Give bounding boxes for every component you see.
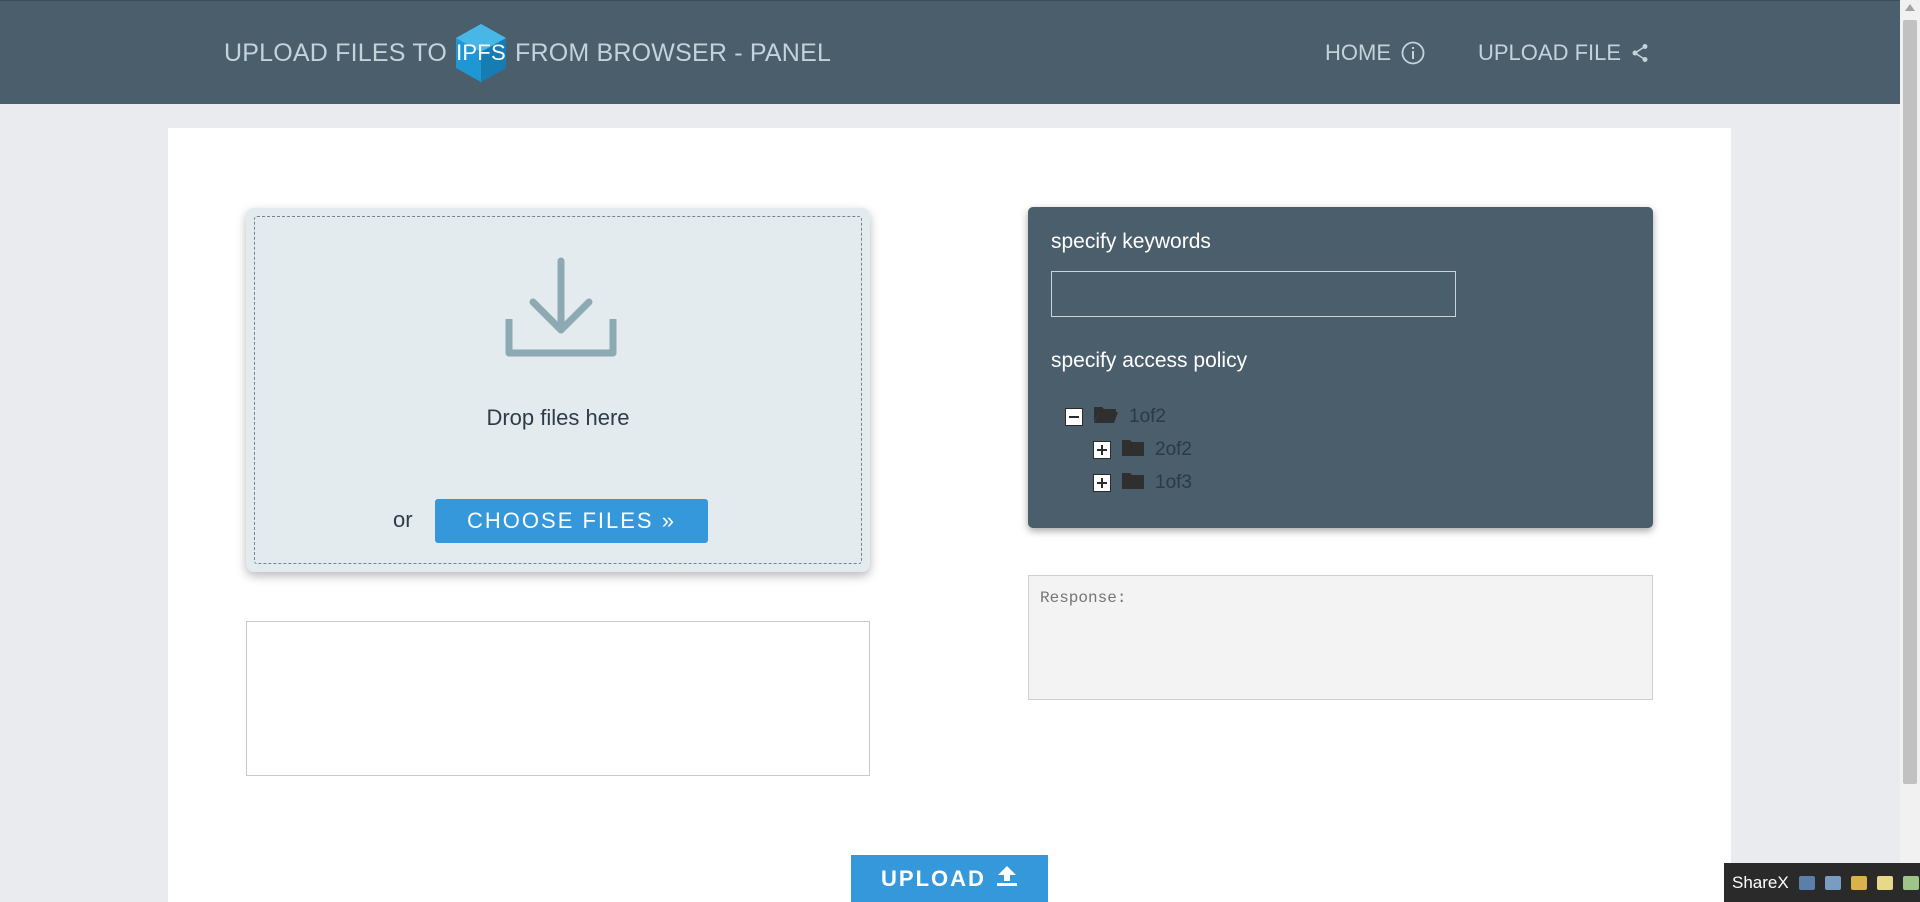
tree-node-1of3[interactable]: 1of3 bbox=[1093, 470, 1192, 496]
upload-button-label: UPLOAD bbox=[881, 865, 986, 891]
brand-title[interactable]: UPLOAD FILES TO IPFS FROM BROWSER - PANE… bbox=[224, 1, 831, 105]
keywords-label: specify keywords bbox=[1051, 230, 1211, 253]
tray-notes-icon[interactable] bbox=[1876, 875, 1893, 890]
nav-home-label: HOME bbox=[1325, 40, 1391, 65]
tree-node-label: 2of2 bbox=[1155, 439, 1192, 460]
top-navbar: UPLOAD FILES TO IPFS FROM BROWSER - PANE… bbox=[0, 0, 1900, 104]
tree-node-label: 1of3 bbox=[1155, 472, 1192, 493]
expand-toggle-icon[interactable] bbox=[1093, 441, 1111, 459]
info-icon bbox=[1401, 41, 1425, 65]
title-prefix: UPLOAD FILES TO bbox=[224, 38, 447, 67]
nav-home[interactable]: HOME bbox=[1325, 1, 1425, 105]
or-text: or bbox=[393, 507, 413, 532]
tree-node-label: 1of2 bbox=[1129, 406, 1166, 427]
expand-toggle-icon[interactable] bbox=[1093, 474, 1111, 492]
tray-capture-icon[interactable] bbox=[1824, 875, 1841, 890]
sharex-label: ShareX bbox=[1732, 872, 1789, 892]
tray-monitor-icon[interactable] bbox=[1850, 875, 1867, 890]
choose-files-button[interactable]: CHOOSE FILES » bbox=[435, 499, 708, 543]
share-icon bbox=[1631, 43, 1649, 63]
logo-text: IPFS bbox=[456, 40, 506, 65]
access-policy-label: specify access policy bbox=[1051, 349, 1248, 372]
ipfs-logo-icon: IPFS bbox=[455, 23, 507, 83]
tray-clipboard-icon[interactable] bbox=[1902, 875, 1919, 890]
tray-screen-icon[interactable] bbox=[1798, 875, 1815, 890]
folder-icon bbox=[1121, 470, 1145, 496]
nav-upload-file[interactable]: UPLOAD FILE bbox=[1478, 1, 1649, 105]
folder-open-icon bbox=[1093, 404, 1119, 430]
selected-files-list bbox=[246, 621, 870, 776]
response-textarea[interactable] bbox=[1028, 575, 1653, 700]
upload-arrow-icon bbox=[996, 865, 1018, 893]
title-suffix: FROM BROWSER - PANEL bbox=[514, 38, 832, 67]
nav-upload-label: UPLOAD FILE bbox=[1478, 40, 1622, 65]
upload-button[interactable]: UPLOAD bbox=[851, 855, 1048, 902]
dropzone-border: Drop files here or CHOOSE FILES » bbox=[254, 216, 862, 564]
scroll-up-arrow-icon[interactable] bbox=[1905, 4, 1915, 11]
download-icon bbox=[505, 257, 617, 357]
drop-files-text: Drop files here bbox=[486, 405, 630, 430]
collapse-toggle-icon[interactable] bbox=[1065, 408, 1083, 426]
tree-node-1of2[interactable]: 1of2 bbox=[1065, 404, 1166, 430]
sharex-tray[interactable]: ShareX bbox=[1724, 863, 1920, 902]
tree-node-2of2[interactable]: 2of2 bbox=[1093, 437, 1192, 463]
keywords-input[interactable] bbox=[1051, 271, 1456, 317]
folder-icon bbox=[1121, 437, 1145, 463]
scrollbar-thumb[interactable] bbox=[1903, 20, 1917, 784]
file-dropzone[interactable]: Drop files here or CHOOSE FILES » bbox=[246, 208, 870, 572]
